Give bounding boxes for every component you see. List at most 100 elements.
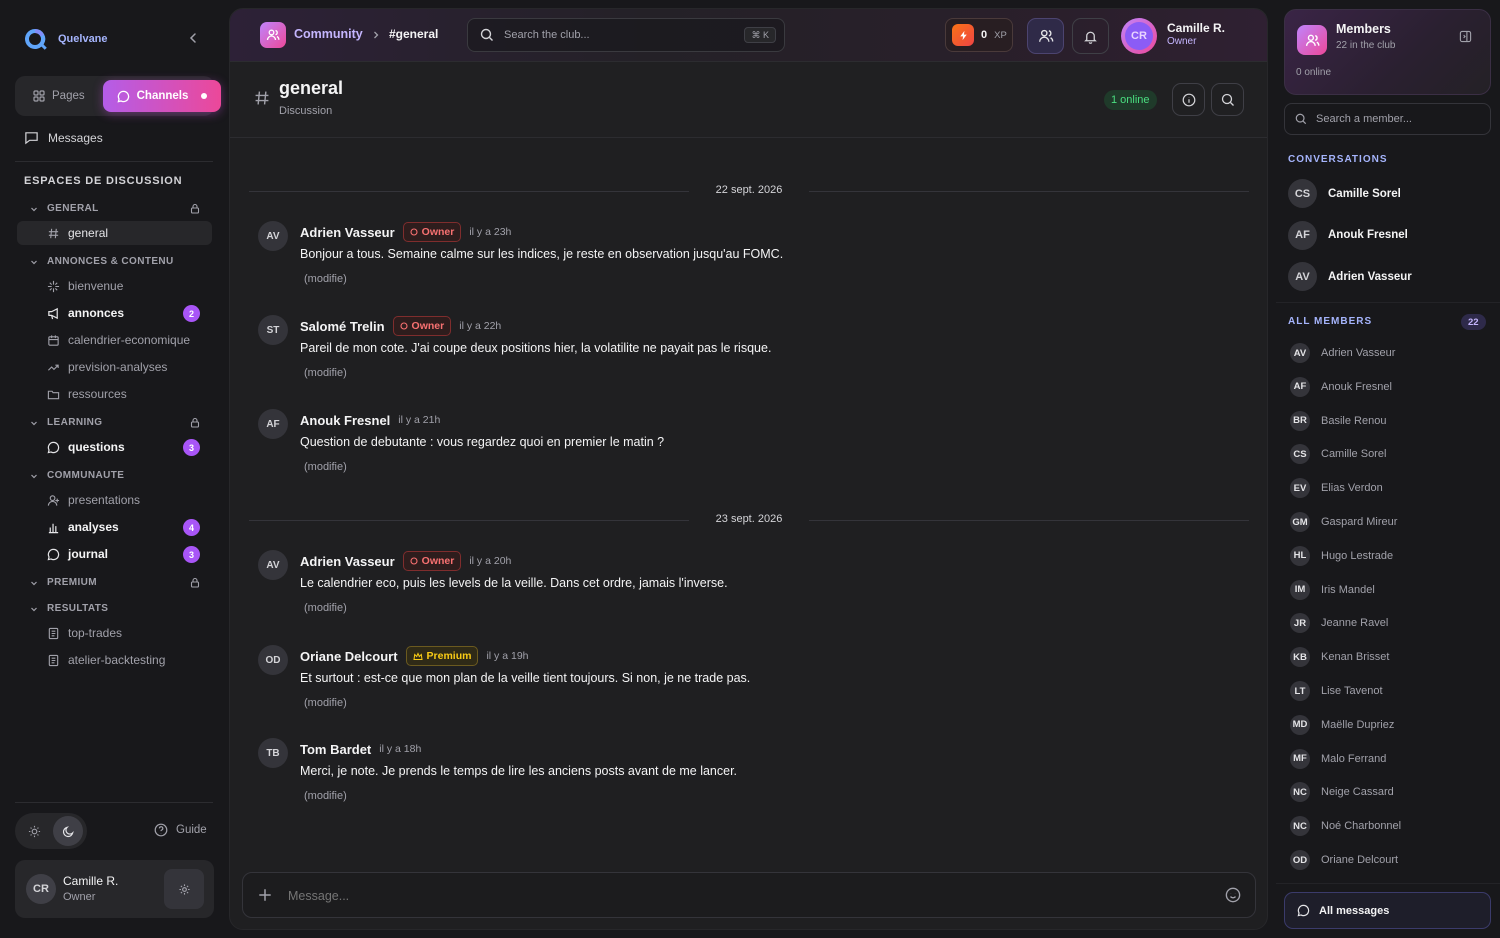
nav-messages[interactable]: Messages	[24, 130, 103, 145]
message-time: il y a 21h	[398, 414, 441, 426]
day-label: 22 sept. 2026	[715, 184, 783, 196]
users-icon	[1305, 34, 1319, 46]
channel-search-button[interactable]	[1211, 83, 1244, 116]
circle-icon	[410, 228, 418, 236]
member-item[interactable]: NC Noé Charbonnel	[1290, 816, 1401, 837]
member-item[interactable]: KB Kenan Brisset	[1290, 647, 1390, 668]
help-circle-icon	[154, 823, 168, 837]
member-item[interactable]: MD Maëlle Dupriez	[1290, 714, 1394, 735]
message-author[interactable]: Oriane Delcourt	[300, 649, 398, 664]
channel-atelier-backtesting[interactable]: atelier-backtesting	[47, 651, 165, 669]
category-name: GENERAL	[47, 203, 99, 214]
member-item[interactable]: AF Anouk Fresnel	[1290, 376, 1392, 397]
member-name: Kenan Brisset	[1321, 651, 1390, 664]
channel-top-trades[interactable]: top-trades	[47, 624, 122, 642]
logo-icon	[25, 28, 47, 50]
avatar: AF	[1288, 220, 1317, 250]
unread-badge: 3	[183, 439, 200, 456]
dark-mode-button[interactable]	[53, 816, 83, 846]
members-toggle-button[interactable]	[1027, 18, 1064, 54]
avatar: EV	[1290, 478, 1310, 499]
chat-bubble-icon	[47, 441, 60, 453]
avatar[interactable]: TB	[258, 738, 288, 768]
channel-annonces[interactable]: annonces	[47, 304, 124, 322]
conversation-item[interactable]: AV Adrien Vasseur	[1288, 262, 1412, 291]
member-item[interactable]: LT Lise Tavenot	[1290, 681, 1383, 701]
message-author[interactable]: Adrien Vasseur	[300, 554, 395, 569]
channel-name: journal	[68, 547, 109, 561]
left-sidebar: Quelvane Pages Channels Messages ESPACES…	[0, 0, 228, 938]
channel-general[interactable]: general	[47, 224, 108, 242]
member-item[interactable]: BR Basile Renou	[1290, 410, 1386, 431]
message-header: Salomé Trelin Owner il y a 22h	[300, 315, 501, 337]
search-input[interactable]: Search the club... ⌘ K	[467, 18, 785, 52]
crown-icon	[412, 651, 423, 660]
all-messages-button[interactable]: All messages	[1284, 892, 1491, 929]
category-learning[interactable]: LEARNING	[30, 417, 200, 428]
category-premium[interactable]: PREMIUM	[30, 577, 200, 588]
message-input[interactable]	[288, 885, 1188, 907]
brand[interactable]: Quelvane	[22, 26, 108, 52]
channel-info-button[interactable]	[1172, 83, 1205, 116]
channel-journal[interactable]: journal	[47, 545, 108, 563]
member-item[interactable]: HL Hugo Lestrade	[1290, 545, 1393, 566]
avatar[interactable]: AF	[258, 409, 288, 439]
notifications-button[interactable]	[1072, 18, 1109, 54]
info-icon	[1182, 93, 1195, 106]
channel-bienvenue[interactable]: bienvenue	[47, 277, 123, 295]
brand-name: Quelvane	[58, 33, 108, 45]
avatar[interactable]: ST	[258, 315, 288, 345]
channel-analyses[interactable]: analyses	[47, 518, 119, 536]
member-item[interactable]: EV Elias Verdon	[1290, 478, 1383, 499]
category-communaute[interactable]: COMMUNAUTE	[30, 470, 124, 481]
member-item[interactable]: GM Gaspard Mireur	[1290, 512, 1397, 532]
divider	[15, 802, 213, 803]
channel-ressources[interactable]: ressources	[47, 385, 127, 403]
avatar[interactable]: AV	[258, 221, 288, 251]
user-card[interactable]: CR Camille R. Owner	[15, 860, 214, 918]
message-text: Le calendrier eco, puis les levels de la…	[300, 576, 728, 590]
member-item[interactable]: CS Camille Sorel	[1290, 444, 1386, 465]
channel-questions[interactable]: questions	[47, 438, 125, 456]
avatar[interactable]: OD	[258, 645, 288, 675]
member-item[interactable]: JR Jeanne Ravel	[1290, 613, 1388, 634]
tab-pages[interactable]: Pages	[19, 80, 99, 112]
conversation-item[interactable]: CS Camille Sorel	[1288, 179, 1401, 208]
category-resultats[interactable]: RESULTATS	[30, 603, 108, 614]
guide-button[interactable]: Guide	[154, 823, 207, 837]
emoji-button[interactable]	[1225, 887, 1241, 903]
member-item[interactable]: AV Adrien Vasseur	[1290, 343, 1395, 363]
message: AF Anouk Fresnel il y a 21h Question de deb…	[258, 409, 1218, 489]
category-annonces[interactable]: ANNONCES & CONTENU	[30, 256, 174, 267]
collapse-sidebar-button[interactable]	[186, 31, 200, 45]
xp-counter[interactable]: 0 XP	[945, 18, 1013, 52]
divider	[15, 161, 213, 162]
channel-calendrier-economique[interactable]: calendrier-economique	[47, 331, 190, 349]
member-item[interactable]: NC Neige Cassard	[1290, 782, 1394, 803]
tab-channels[interactable]: Channels	[102, 80, 222, 112]
conversation-item[interactable]: AF Anouk Fresnel	[1288, 220, 1408, 250]
settings-button[interactable]	[164, 869, 204, 909]
member-item[interactable]: OD Oriane Delcourt	[1290, 850, 1398, 870]
channel-prevision-analyses[interactable]: prevision-analyses	[47, 358, 167, 376]
collapse-panel-button[interactable]	[1459, 30, 1472, 43]
message-header: Adrien Vasseur Owner il y a 20h	[300, 550, 511, 572]
role-label: Owner	[421, 555, 455, 567]
panel-collapse-icon	[1459, 30, 1472, 43]
avatar[interactable]: AV	[258, 550, 288, 580]
message-author[interactable]: Adrien Vasseur	[300, 225, 395, 240]
avatar-ring[interactable]: CR	[1121, 18, 1157, 54]
message-author[interactable]: Tom Bardet	[300, 742, 371, 757]
member-item[interactable]: IM Iris Mandel	[1290, 579, 1375, 600]
category-general[interactable]: GENERAL	[30, 203, 200, 214]
channel-presentations[interactable]: presentations	[47, 491, 140, 509]
light-mode-button[interactable]	[19, 816, 49, 846]
attach-button[interactable]	[257, 887, 273, 903]
member-item[interactable]: MF Malo Ferrand	[1290, 748, 1386, 769]
community-icon-button[interactable]	[260, 22, 286, 48]
tab-pages-label: Pages	[52, 90, 85, 102]
breadcrumb-community[interactable]: Community	[294, 27, 363, 41]
message-author[interactable]: Salomé Trelin	[300, 319, 385, 334]
message-author[interactable]: Anouk Fresnel	[300, 413, 390, 428]
member-search-input[interactable]: Search a member...	[1284, 103, 1491, 135]
